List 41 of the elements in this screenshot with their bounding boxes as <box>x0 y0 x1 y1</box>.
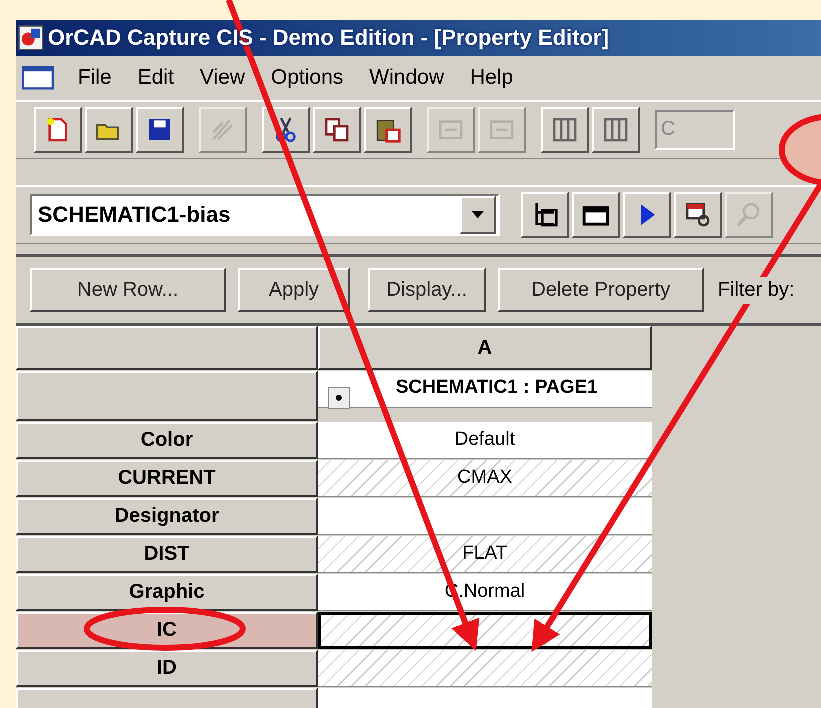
columns-button[interactable] <box>541 107 589 153</box>
action-button[interactable]: Apply <box>238 268 350 312</box>
dropdown-arrow-icon <box>472 211 484 219</box>
row-header[interactable] <box>16 371 318 421</box>
folder-tree-button[interactable] <box>521 192 569 238</box>
property-name[interactable]: DIST <box>16 536 318 573</box>
new-file-button[interactable] <box>34 107 82 153</box>
schematic-dropdown[interactable]: SCHEMATIC1-bias <box>30 194 500 236</box>
save-button[interactable] <box>136 107 184 153</box>
copy-button[interactable] <box>313 107 361 153</box>
menu-item[interactable]: Options <box>269 66 346 90</box>
menu-item[interactable]: Window <box>368 66 446 90</box>
app-icon <box>18 25 44 51</box>
toolbar-window-icon <box>684 201 712 229</box>
action-button[interactable]: New Row... <box>30 268 226 312</box>
toolbar-window-button[interactable] <box>674 192 722 238</box>
action-button[interactable]: Display... <box>368 268 486 312</box>
menu-item[interactable]: View <box>198 66 248 90</box>
property-name[interactable]: ID <box>16 650 318 687</box>
property-value-cell[interactable]: CMAX <box>318 460 652 497</box>
property-name[interactable]: Color <box>16 422 318 459</box>
property-value-cell[interactable] <box>318 612 652 649</box>
property-name[interactable]: CURRENT <box>16 460 318 497</box>
columns-icon <box>551 116 579 144</box>
action-button[interactable]: Delete Property <box>498 268 704 312</box>
expand-icon[interactable] <box>328 387 350 409</box>
property-value-cell[interactable]: Default <box>318 422 652 459</box>
menu-item[interactable]: Edit <box>136 66 176 90</box>
property-value-cell[interactable] <box>318 650 652 687</box>
play-button[interactable] <box>623 192 671 238</box>
menu-item[interactable]: Help <box>468 66 516 90</box>
column-header[interactable]: A <box>318 326 652 370</box>
menu-item[interactable]: File <box>76 66 114 90</box>
property-value-cell[interactable]: FLAT <box>318 536 652 573</box>
property-name[interactable]: Designator <box>16 498 318 535</box>
property-value-cell[interactable] <box>318 498 652 535</box>
copy-icon <box>323 116 351 144</box>
open-folder-button[interactable] <box>85 107 133 153</box>
group-name: SCHEMATIC1 : PAGE1 <box>396 377 598 399</box>
property-name[interactable]: Graphic <box>16 574 318 611</box>
paste-button[interactable] <box>364 107 412 153</box>
